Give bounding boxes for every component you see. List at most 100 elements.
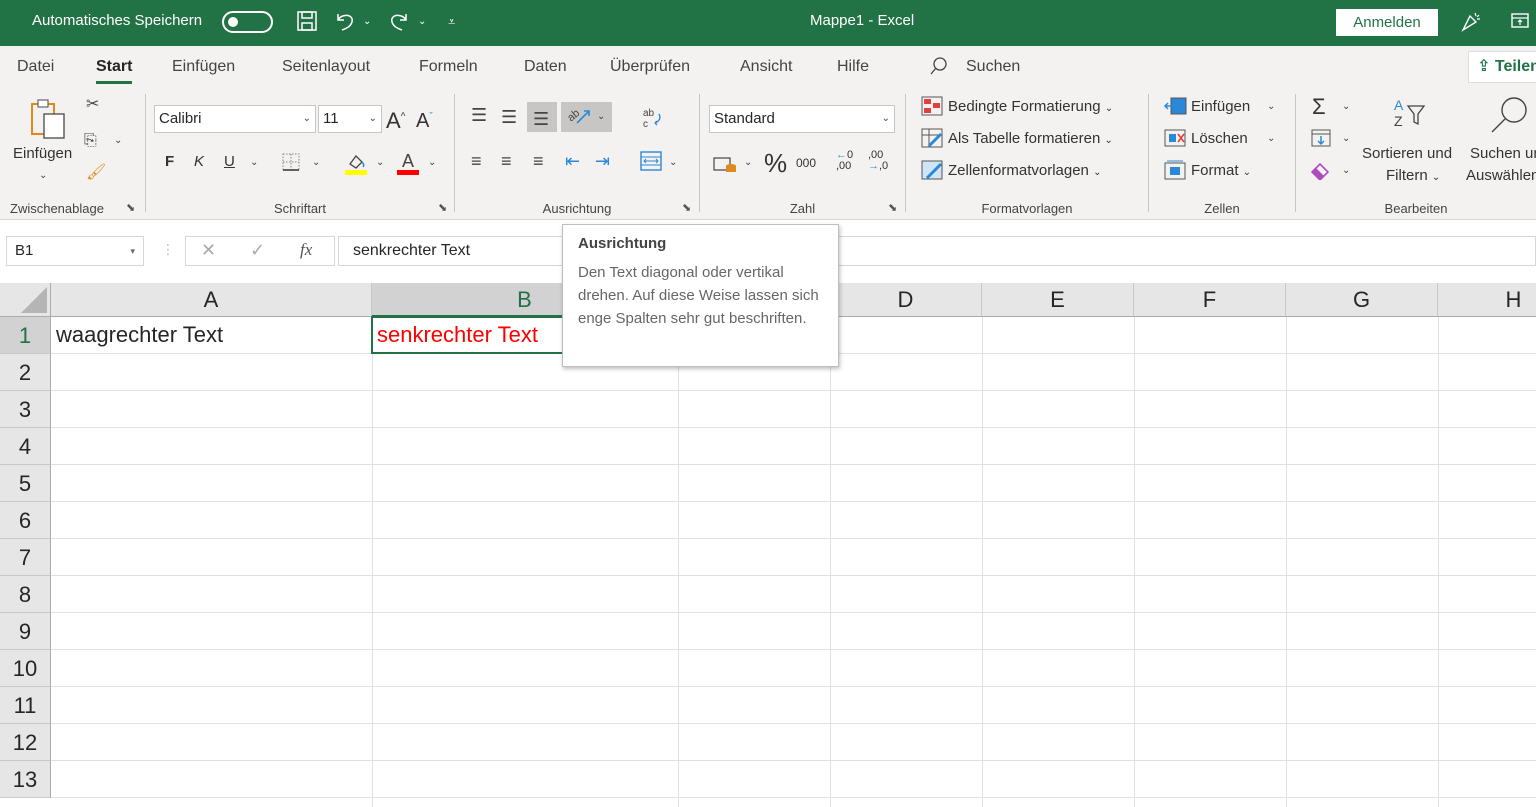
- row-header-9[interactable]: 9: [0, 613, 51, 650]
- format-as-table-button[interactable]: Als Tabelle formatieren ⌄: [948, 130, 1113, 147]
- conditional-formatting-button[interactable]: Bedingte Formatierung ⌄: [948, 98, 1113, 115]
- insert-function-icon[interactable]: fx: [300, 240, 312, 260]
- undo-dropdown-icon[interactable]: ⌄: [363, 10, 371, 34]
- column-header-g[interactable]: G: [1286, 283, 1438, 317]
- alignment-launcher-icon[interactable]: ⬊: [682, 201, 691, 214]
- merge-dropdown-icon[interactable]: ⌄: [669, 154, 677, 172]
- border-dropdown-icon[interactable]: ⌄: [312, 154, 320, 172]
- clear-icon[interactable]: [1310, 160, 1334, 185]
- cut-icon[interactable]: ✂: [86, 96, 99, 114]
- redo-icon[interactable]: [388, 10, 410, 38]
- fill-color-icon[interactable]: [344, 150, 368, 181]
- clear-dropdown-icon[interactable]: ⌄: [1342, 162, 1350, 180]
- row-header-3[interactable]: 3: [0, 391, 51, 428]
- tab-daten[interactable]: Daten: [524, 58, 567, 76]
- row-header-7[interactable]: 7: [0, 539, 51, 576]
- paste-label[interactable]: Einfügen: [13, 145, 72, 162]
- decrease-indent-icon[interactable]: ⇤: [565, 152, 580, 170]
- format-cells-button[interactable]: Format ⌄: [1191, 162, 1251, 179]
- percent-style-button[interactable]: %: [764, 148, 787, 179]
- redo-dropdown-icon[interactable]: ⌄: [418, 10, 426, 34]
- customize-quick-access-icon[interactable]: ⩡: [448, 10, 455, 34]
- tab-einfuegen[interactable]: Einfügen: [172, 58, 235, 76]
- row-header-4[interactable]: 4: [0, 428, 51, 465]
- column-header-a[interactable]: A: [51, 283, 372, 317]
- format-as-table-icon[interactable]: [921, 128, 943, 153]
- cancel-icon[interactable]: ✕: [201, 240, 216, 261]
- align-bottom-button[interactable]: ☰: [527, 102, 557, 132]
- enter-icon[interactable]: ✓: [250, 240, 265, 261]
- row-header-12[interactable]: 12: [0, 724, 51, 761]
- column-header-d[interactable]: D: [830, 283, 982, 317]
- row-header-1[interactable]: 1: [0, 317, 51, 354]
- grow-font-button[interactable]: A^: [386, 108, 405, 134]
- font-color-icon[interactable]: A: [396, 150, 420, 181]
- row-header-2[interactable]: 2: [0, 354, 51, 391]
- delete-cells-label[interactable]: Löschen: [1191, 130, 1248, 147]
- cell-styles-button[interactable]: Zellenformatvorlagen ⌄: [948, 162, 1101, 179]
- find-select-icon[interactable]: [1486, 94, 1532, 141]
- find-select-label-line1[interactable]: Suchen und: [1470, 145, 1536, 162]
- align-top-icon[interactable]: ☰: [471, 106, 487, 124]
- insert-cells-icon[interactable]: [1163, 96, 1187, 121]
- sort-filter-icon[interactable]: AZ: [1392, 96, 1428, 137]
- number-format-select[interactable]: Standard ⌄: [709, 105, 895, 133]
- row-header-8[interactable]: 8: [0, 576, 51, 613]
- align-right-icon[interactable]: ≡: [533, 152, 544, 170]
- paste-icon[interactable]: [30, 98, 66, 145]
- row-header-5[interactable]: 5: [0, 465, 51, 502]
- decrease-decimal-button[interactable]: ,00 →,0: [868, 150, 888, 172]
- coauthoring-icon[interactable]: [1460, 10, 1482, 38]
- formula-input[interactable]: senkrechter Text: [338, 236, 1536, 266]
- align-left-icon[interactable]: ≡: [471, 152, 482, 170]
- column-header-e[interactable]: E: [982, 283, 1134, 317]
- share-button[interactable]: ⇪ Teilen: [1468, 51, 1536, 83]
- comma-style-button[interactable]: 000: [796, 156, 816, 170]
- delete-dropdown-icon[interactable]: ⌄: [1267, 130, 1275, 148]
- row-header-6[interactable]: 6: [0, 502, 51, 539]
- increase-decimal-button[interactable]: ←0,00: [836, 150, 853, 172]
- sort-filter-button[interactable]: Filtern ⌄: [1386, 167, 1440, 184]
- align-middle-icon[interactable]: ☰: [501, 108, 517, 126]
- formula-bar-grip-icon[interactable]: ⋮: [161, 241, 175, 258]
- search-label[interactable]: Suchen: [966, 58, 1020, 76]
- font-color-dropdown-icon[interactable]: ⌄: [428, 154, 436, 172]
- font-size-select[interactable]: 11 ⌄: [318, 105, 382, 133]
- copy-icon[interactable]: ⎘: [84, 132, 97, 150]
- number-launcher-icon[interactable]: ⬊: [888, 201, 897, 214]
- clipboard-launcher-icon[interactable]: ⬊: [126, 201, 135, 214]
- delete-cells-icon[interactable]: [1163, 128, 1187, 153]
- font-launcher-icon[interactable]: ⬊: [438, 201, 447, 214]
- find-select-label-line2[interactable]: Auswählen: [1466, 167, 1536, 184]
- fill-dropdown-icon[interactable]: ⌄: [1342, 130, 1350, 148]
- shrink-font-button[interactable]: Aˇ: [416, 110, 433, 133]
- row-header-10[interactable]: 10: [0, 650, 51, 687]
- autosave-toggle[interactable]: [222, 11, 273, 33]
- undo-icon[interactable]: [334, 10, 356, 38]
- sort-filter-label-line1[interactable]: Sortieren und: [1362, 145, 1452, 162]
- column-header-f[interactable]: F: [1134, 283, 1286, 317]
- autosum-icon[interactable]: Σ: [1312, 94, 1326, 120]
- cell-a1[interactable]: waagrechter Text: [52, 317, 223, 353]
- format-painter-icon[interactable]: 🖌: [86, 164, 106, 182]
- orientation-button[interactable]: ab ⌄: [561, 102, 612, 132]
- tab-ansicht[interactable]: Ansicht: [740, 58, 792, 76]
- name-box[interactable]: B1 ▾: [6, 236, 144, 266]
- insert-dropdown-icon[interactable]: ⌄: [1267, 98, 1275, 116]
- signin-button[interactable]: Anmelden: [1336, 9, 1438, 36]
- increase-indent-icon[interactable]: ⇥: [595, 152, 610, 170]
- row-header-11[interactable]: 11: [0, 687, 51, 724]
- conditional-formatting-icon[interactable]: [921, 96, 943, 121]
- tab-datei[interactable]: Datei: [17, 58, 54, 76]
- accounting-format-icon[interactable]: [713, 154, 737, 179]
- border-icon[interactable]: [281, 152, 301, 177]
- row-header-13[interactable]: 13: [0, 761, 51, 798]
- name-box-dropdown-icon[interactable]: ▾: [130, 237, 135, 265]
- underline-dropdown-icon[interactable]: ⌄: [250, 154, 258, 172]
- align-center-icon[interactable]: ≡: [501, 152, 512, 170]
- italic-button[interactable]: K: [194, 153, 204, 170]
- autosum-dropdown-icon[interactable]: ⌄: [1342, 98, 1350, 116]
- accounting-dropdown-icon[interactable]: ⌄: [744, 154, 752, 172]
- copy-dropdown-icon[interactable]: ⌄: [114, 132, 122, 150]
- tab-ueberpruefen[interactable]: Überprüfen: [610, 58, 690, 76]
